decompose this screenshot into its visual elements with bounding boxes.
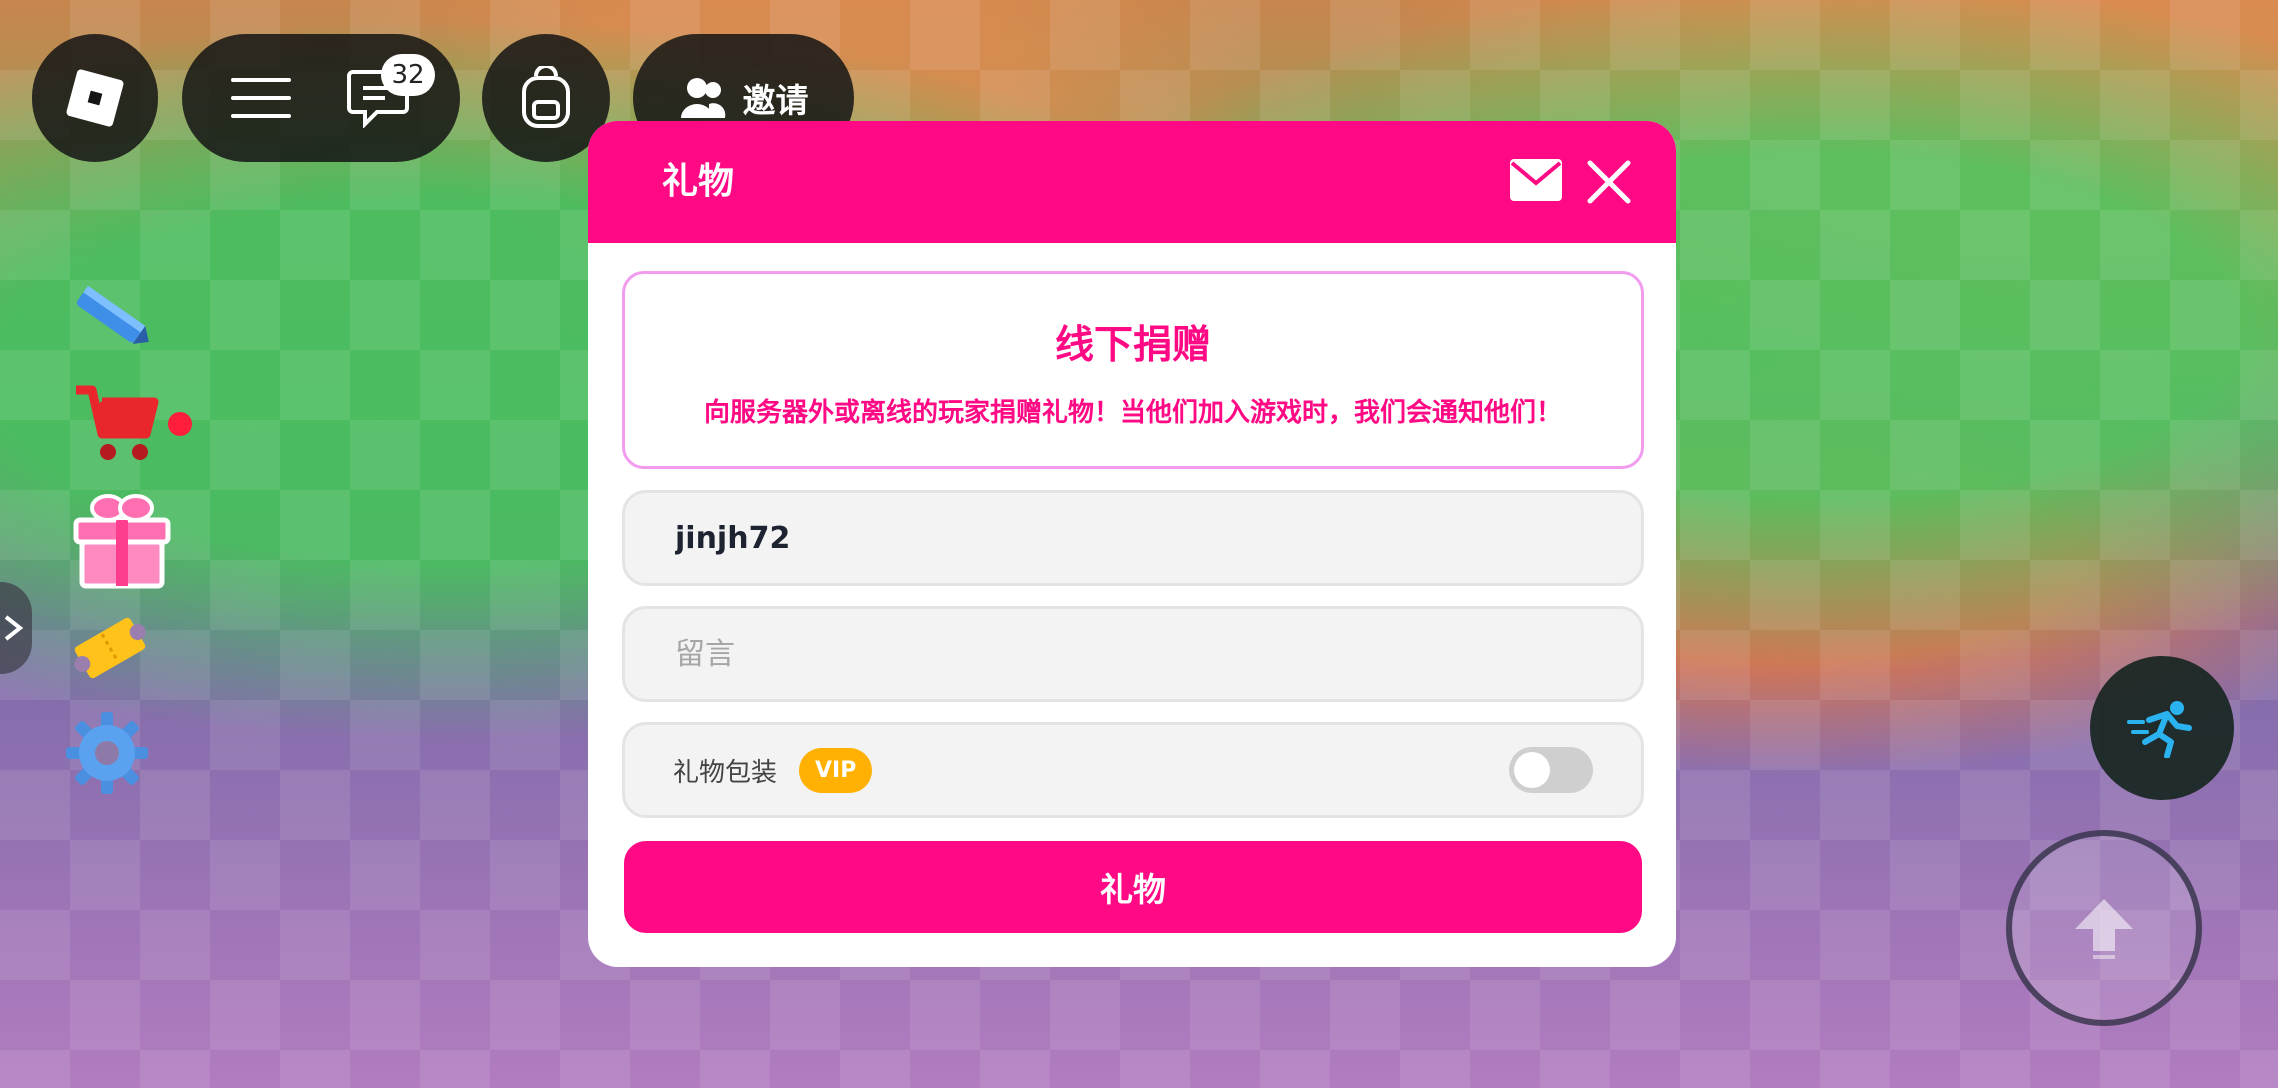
- ticket-icon: [74, 617, 146, 679]
- friends-icon: [680, 78, 725, 118]
- giftwrap-toggle[interactable]: [1509, 747, 1593, 793]
- edit-button[interactable]: [68, 278, 158, 358]
- jump-button[interactable]: [2006, 830, 2202, 1026]
- mail-icon: [1510, 159, 1562, 201]
- vip-badge: VIP: [799, 747, 873, 793]
- message-input[interactable]: [673, 635, 1593, 673]
- chat-unread-badge: 32: [381, 54, 435, 96]
- dialog-header: 礼物: [588, 121, 1676, 243]
- chat-button[interactable]: 32: [347, 54, 435, 132]
- invite-label: 邀请: [742, 81, 809, 120]
- menu-chat-pill: 32: [182, 34, 460, 162]
- gift-icon: [73, 494, 171, 589]
- gift-menu-button[interactable]: [70, 486, 174, 590]
- sprint-button[interactable]: [2090, 656, 2234, 800]
- jump-arrow-icon: [2075, 899, 2133, 959]
- roblox-menu-button[interactable]: [32, 34, 158, 162]
- offline-gift-info: 线下捐赠 向服务器外或离线的玩家捐赠礼物！当他们加入游戏时，我们会通知他们！: [622, 271, 1644, 469]
- settings-button[interactable]: [64, 710, 150, 796]
- message-field[interactable]: [622, 606, 1644, 702]
- recipient-input[interactable]: [673, 519, 1593, 557]
- gift-dialog: 礼物 线下捐赠 向服务器外或离线的玩家捐赠礼物！当他们加入游戏时，我们会通知他们…: [588, 121, 1676, 967]
- close-button[interactable]: [1586, 159, 1632, 209]
- cart-icon: [76, 385, 192, 460]
- giftwrap-row: 礼物包装 VIP: [622, 722, 1644, 818]
- recipient-field[interactable]: [622, 490, 1644, 586]
- giftwrap-label: 礼物包装: [673, 757, 778, 788]
- send-gift-button[interactable]: 礼物: [624, 841, 1642, 933]
- backpack-icon: [522, 66, 570, 128]
- dialog-title: 礼物: [662, 161, 735, 202]
- toggle-knob: [1514, 752, 1550, 788]
- shop-button[interactable]: [70, 380, 200, 466]
- inbox-button[interactable]: [1508, 157, 1564, 207]
- close-icon: [1587, 160, 1631, 204]
- info-text: 向服务器外或离线的玩家捐赠礼物！当他们加入游戏时，我们会通知他们！: [703, 398, 1562, 428]
- gear-icon: [66, 712, 148, 794]
- pencil-icon: [76, 285, 149, 344]
- tickets-button[interactable]: [68, 608, 152, 688]
- info-title: 线下捐赠: [1054, 323, 1211, 368]
- roblox-logo-icon: [66, 69, 124, 127]
- sprint-icon: [2127, 701, 2192, 758]
- chevron-right-icon: [4, 615, 24, 641]
- hamburger-menu-icon[interactable]: [229, 74, 293, 122]
